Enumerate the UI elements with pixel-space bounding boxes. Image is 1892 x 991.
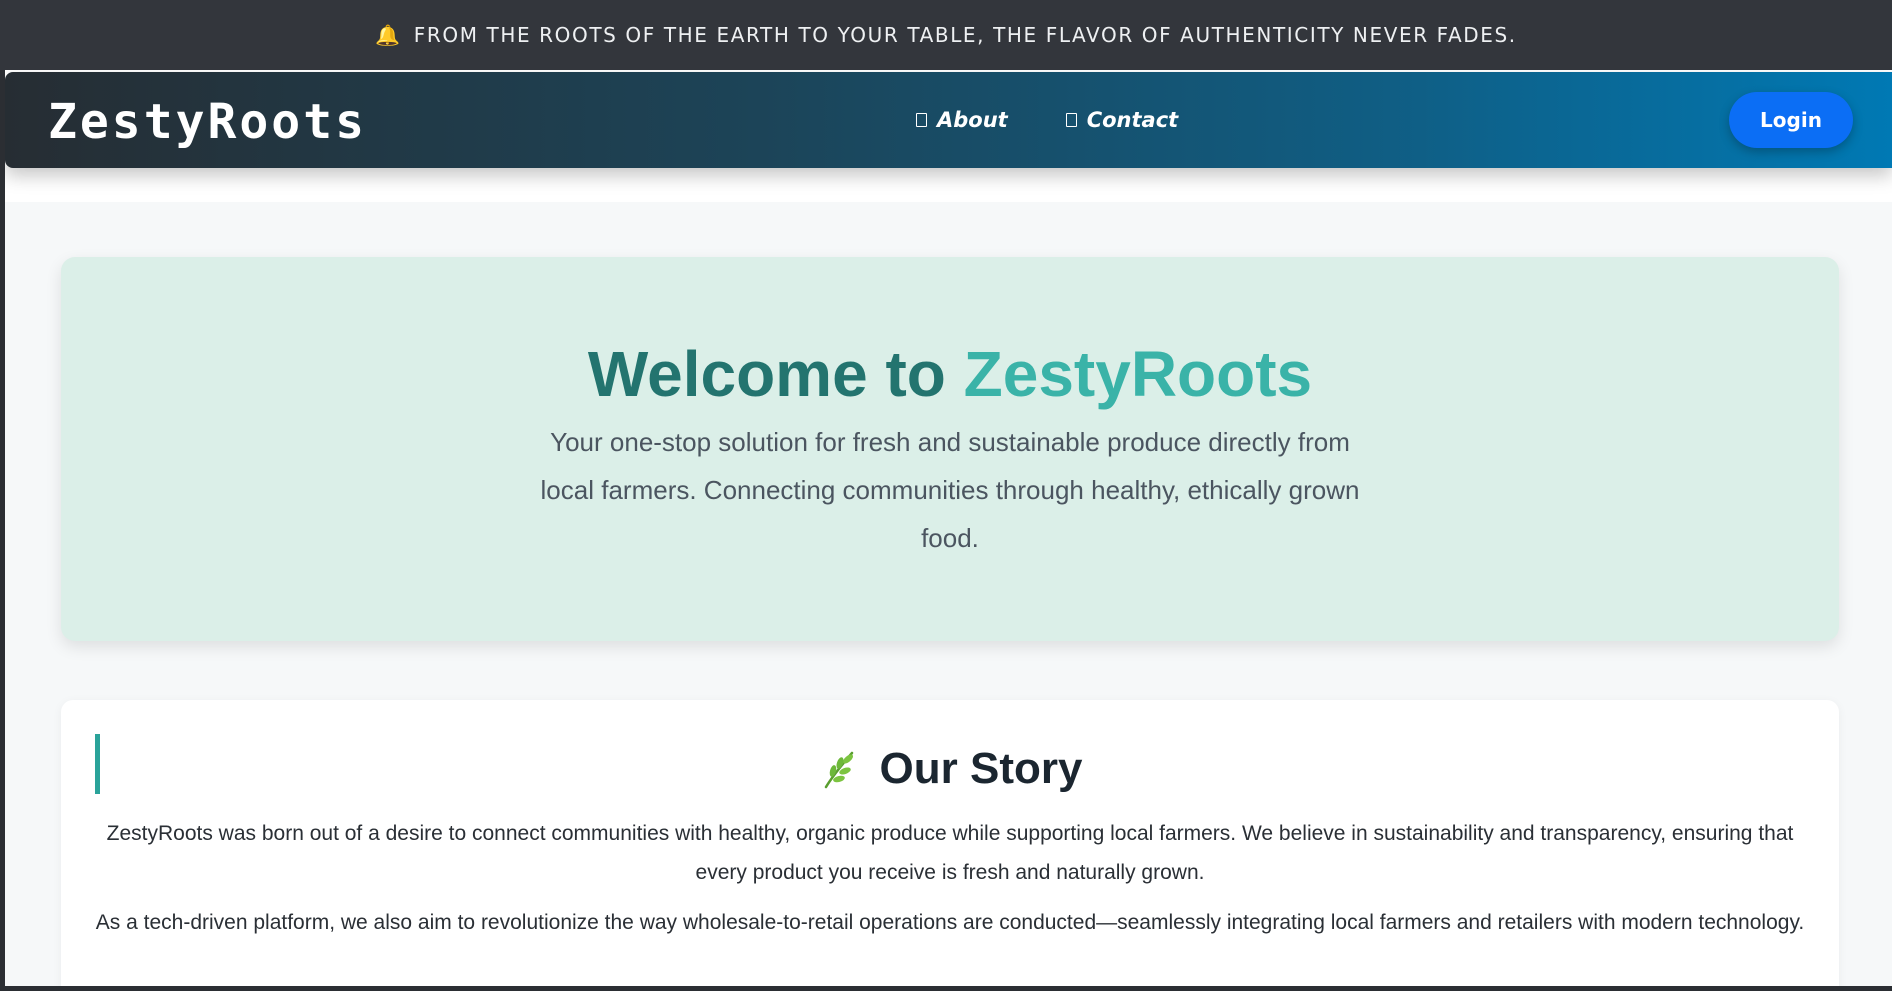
hero-title-prefix: Welcome to (587, 338, 946, 410)
hero-subtitle: Your one-stop solution for fresh and sus… (540, 427, 1360, 553)
nav-link-about-label: About (937, 108, 1008, 132)
login-button[interactable]: Login (1729, 92, 1853, 148)
our-story-heading: Our Story (61, 744, 1839, 794)
nav-link-contact-label: Contact (1086, 108, 1179, 132)
hero-section: Welcome to ZestyRoots Your one-stop solu… (61, 257, 1839, 641)
nav-link-about[interactable]: About (916, 108, 1008, 132)
hero-title: Welcome to ZestyRoots (61, 337, 1839, 411)
navbar: ZestyRoots About Contact Login (5, 72, 1892, 168)
nav-links: About Contact (916, 72, 1178, 168)
our-story-section: Our Story ZestyRoots was born out of a d… (61, 700, 1839, 986)
brand-logo[interactable]: ZestyRoots (48, 94, 367, 150)
window-bottom-edge (0, 986, 1892, 991)
box-glyph-icon (1065, 113, 1077, 127)
nav-link-contact[interactable]: Contact (1065, 108, 1179, 132)
announcement-text: FROM THE ROOTS OF THE EARTH TO YOUR TABL… (413, 23, 1517, 47)
our-story-title: Our Story (879, 744, 1083, 793)
hero-title-accent: ZestyRoots (963, 338, 1313, 410)
leaf-icon (824, 751, 853, 789)
bell-icon: 🔔 (375, 23, 402, 47)
announcement-bar: 🔔 FROM THE ROOTS OF THE EARTH TO YOUR TA… (0, 0, 1892, 70)
page-frame: ZestyRoots About Contact Login Welcome t… (5, 70, 1892, 986)
box-glyph-icon (916, 113, 927, 127)
story-paragraph: As a tech-driven platform, we also aim t… (95, 911, 1805, 934)
story-paragraph: ZestyRoots was born out of a desire to c… (106, 822, 1794, 884)
